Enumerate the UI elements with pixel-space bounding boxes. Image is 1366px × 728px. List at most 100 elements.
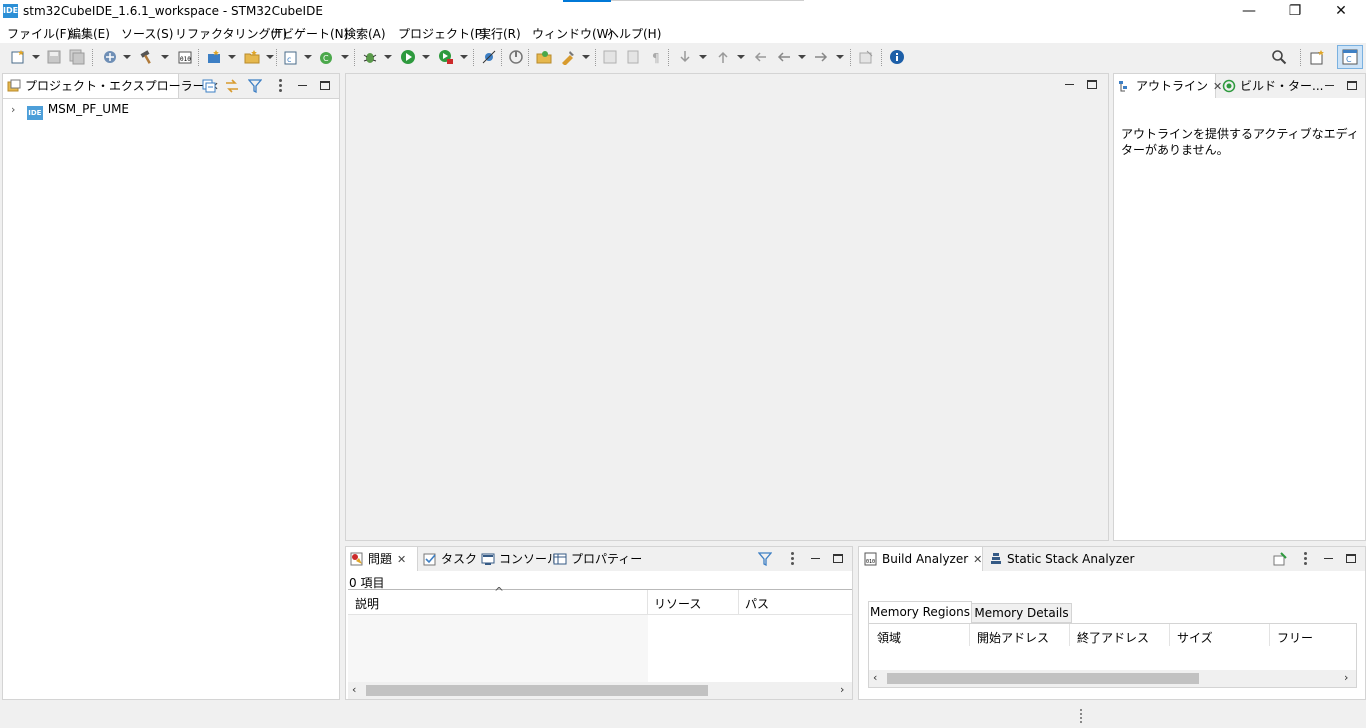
filter-icon[interactable]	[248, 79, 262, 93]
device-config-icon[interactable]	[102, 49, 118, 65]
restore-button[interactable]: ❐	[1272, 0, 1318, 22]
menu-project[interactable]: プロジェクト(P)	[398, 25, 487, 42]
new-dropdown-icon[interactable]	[32, 55, 40, 59]
new-file-icon[interactable]	[10, 49, 26, 65]
last-edit-location-icon[interactable]	[752, 49, 768, 65]
column-size[interactable]: サイズ	[1177, 629, 1213, 646]
tab-project-explorer[interactable]: プロジェクト・エクスプローラー✕	[3, 74, 219, 98]
new-c-file-icon[interactable]: c	[283, 49, 299, 65]
build-hammer-icon[interactable]	[139, 49, 155, 65]
run-dropdown-icon[interactable]	[422, 55, 430, 59]
tab-console[interactable]: コンソール	[481, 547, 559, 571]
search-icon[interactable]	[1271, 49, 1287, 65]
horizontal-scrollbar[interactable]: ‹ ›	[348, 682, 852, 699]
device-config-dropdown-icon[interactable]	[123, 55, 131, 59]
maximize-editor-icon[interactable]	[1087, 80, 1097, 89]
scroll-left-icon[interactable]: ‹	[352, 683, 356, 696]
new-project-dropdown-icon[interactable]	[228, 55, 236, 59]
maximize-panel-icon[interactable]	[1347, 81, 1357, 90]
build-dropdown-icon[interactable]	[161, 55, 169, 59]
maximize-panel-icon[interactable]	[320, 81, 330, 90]
column-free[interactable]: フリー	[1277, 629, 1313, 646]
next-annotation-icon[interactable]	[625, 49, 641, 65]
close-tab-icon[interactable]: ✕	[973, 548, 982, 572]
binary-icon[interactable]: 010	[177, 49, 193, 65]
scrollbar-thumb[interactable]	[887, 673, 1199, 684]
new-c-file-dropdown-icon[interactable]	[304, 55, 312, 59]
scrollbar-thumb[interactable]	[366, 685, 708, 696]
forward-arrow-icon[interactable]	[813, 49, 829, 65]
column-description[interactable]: 説明	[355, 595, 379, 612]
tab-tasks[interactable]: タスク	[423, 547, 477, 571]
menu-run[interactable]: 実行(R)	[479, 25, 521, 42]
minimize-button[interactable]: —	[1226, 0, 1272, 22]
new-class-icon[interactable]: C	[319, 49, 335, 65]
task-dropdown-icon[interactable]	[582, 55, 590, 59]
menu-search[interactable]: 検索(A)	[344, 25, 386, 42]
skip-breakpoints-icon[interactable]	[481, 49, 497, 65]
save-icon[interactable]	[46, 49, 62, 65]
next-edit-dropdown-icon[interactable]	[699, 55, 707, 59]
open-perspective-icon[interactable]	[1310, 49, 1326, 65]
tab-problems[interactable]: 問題 ✕	[346, 547, 418, 571]
open-folder-dropdown-icon[interactable]	[266, 55, 274, 59]
tab-outline[interactable]: アウトライン ✕	[1114, 74, 1222, 98]
menu-source[interactable]: ソース(S)	[121, 25, 173, 42]
external-tools-dropdown-icon[interactable]	[460, 55, 468, 59]
pin-editor-icon[interactable]	[858, 49, 874, 65]
show-whitespace-icon[interactable]: ¶	[648, 49, 664, 65]
back-dropdown-icon[interactable]	[798, 55, 806, 59]
menu-edit[interactable]: 編集(E)	[69, 25, 110, 42]
run-icon[interactable]	[400, 49, 416, 65]
view-menu-icon[interactable]	[1304, 552, 1307, 566]
new-project-icon[interactable]	[206, 49, 222, 65]
open-type-icon[interactable]	[536, 49, 552, 65]
perspective-cdt-button[interactable]: C	[1337, 45, 1363, 69]
debug-icon[interactable]	[362, 49, 378, 65]
view-menu-icon[interactable]	[279, 79, 282, 93]
save-all-icon[interactable]	[69, 49, 85, 65]
menu-file[interactable]: ファイル(F)	[7, 25, 71, 42]
column-start-address[interactable]: 開始アドレス	[977, 629, 1049, 646]
tab-build-analyzer[interactable]: 010 Build Analyzer ✕	[859, 547, 983, 571]
menu-help[interactable]: ヘルプ(H)	[607, 25, 661, 42]
prev-annotation-icon[interactable]	[602, 49, 618, 65]
tab-properties[interactable]: プロパティー	[553, 547, 642, 571]
column-resource[interactable]: リソース	[654, 595, 701, 612]
back-arrow-icon[interactable]	[776, 49, 792, 65]
scroll-right-icon[interactable]: ›	[840, 683, 844, 696]
prev-edit-dropdown-icon[interactable]	[737, 55, 745, 59]
close-button[interactable]: ✕	[1318, 0, 1364, 22]
column-path[interactable]: パス	[745, 595, 769, 612]
maximize-panel-icon[interactable]	[1346, 554, 1356, 563]
filter-icon[interactable]	[758, 552, 772, 566]
scroll-right-icon[interactable]: ›	[1344, 671, 1348, 684]
subtab-memory-details[interactable]: Memory Details	[972, 603, 1072, 623]
debug-dropdown-icon[interactable]	[384, 55, 392, 59]
pin-view-icon[interactable]	[1273, 552, 1287, 566]
minimize-panel-icon[interactable]	[1324, 558, 1333, 559]
next-edit-icon[interactable]	[677, 49, 693, 65]
link-with-editor-icon[interactable]	[224, 79, 240, 93]
scroll-left-icon[interactable]: ‹	[873, 671, 877, 684]
tab-static-stack-analyzer[interactable]: Static Stack Analyzer	[989, 547, 1134, 571]
task-icon[interactable]	[560, 49, 576, 65]
subtab-memory-regions[interactable]: Memory Regions	[868, 601, 972, 623]
forward-dropdown-icon[interactable]	[836, 55, 844, 59]
collapse-all-icon[interactable]	[202, 79, 216, 93]
prev-edit-icon[interactable]	[715, 49, 731, 65]
minimize-panel-icon[interactable]	[298, 85, 307, 86]
menu-navigate[interactable]: ナビゲート(N)	[270, 25, 348, 42]
minimize-editor-icon[interactable]	[1065, 84, 1074, 85]
horizontal-scrollbar[interactable]: ‹ ›	[869, 670, 1356, 687]
terminate-icon[interactable]	[508, 49, 524, 65]
chevron-right-icon[interactable]: ›	[11, 103, 23, 116]
info-icon[interactable]	[889, 49, 905, 65]
minimize-panel-icon[interactable]	[811, 558, 820, 559]
menu-window[interactable]: ウィンドウ(W)	[532, 25, 613, 42]
column-end-address[interactable]: 終了アドレス	[1077, 629, 1149, 646]
close-tab-icon[interactable]: ✕	[397, 548, 406, 572]
view-menu-icon[interactable]	[791, 552, 794, 566]
external-tools-icon[interactable]	[438, 49, 454, 65]
minimize-panel-icon[interactable]	[1325, 85, 1334, 86]
